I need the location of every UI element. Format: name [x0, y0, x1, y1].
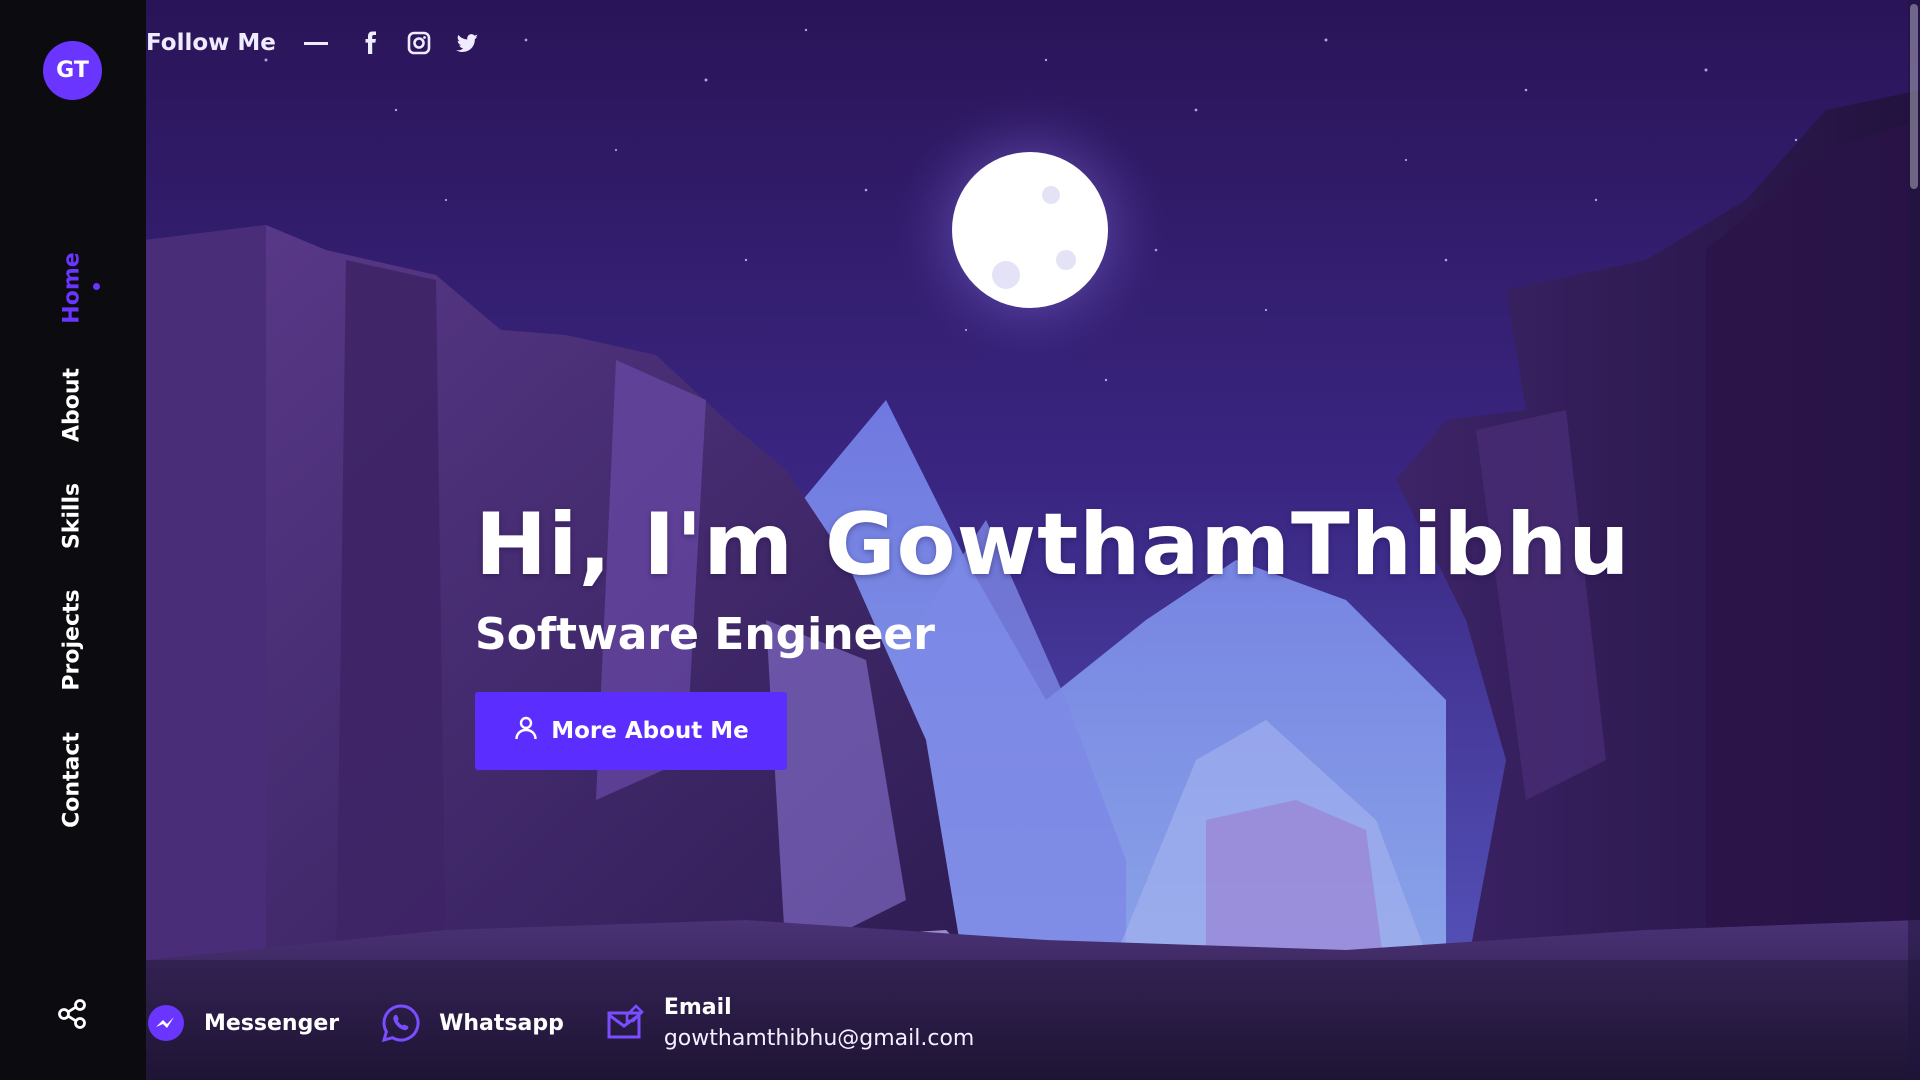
hero-subtitle: Software Engineer: [475, 609, 935, 660]
user-icon: [513, 715, 539, 747]
whatsapp-label: Whatsapp: [439, 1010, 564, 1036]
page-scrollbar[interactable]: [1908, 0, 1920, 1080]
twitter-icon[interactable]: [454, 30, 480, 56]
scrollbar-thumb[interactable]: [1910, 4, 1918, 189]
email-label: Email: [663, 995, 732, 1020]
cta-label: More About Me: [551, 718, 749, 744]
nav-item-about[interactable]: About: [60, 368, 85, 442]
more-about-me-button[interactable]: More About Me: [475, 692, 787, 770]
nav-item-projects[interactable]: Projects: [60, 589, 85, 690]
messenger-icon: [146, 1003, 186, 1043]
share-icon[interactable]: [56, 998, 88, 1030]
active-nav-indicator: [93, 283, 100, 290]
instagram-icon[interactable]: [406, 30, 432, 56]
whatsapp-icon: [381, 1003, 421, 1043]
nav-item-contact[interactable]: Contact: [60, 732, 85, 828]
messenger-link[interactable]: Messenger: [146, 1003, 339, 1043]
facebook-icon[interactable]: [358, 30, 384, 56]
contact-links: Messenger Whatsapp Email gowthamthibhu@g…: [146, 988, 1016, 1058]
nav-item-skills[interactable]: Skills: [60, 483, 85, 549]
follow-me-label: Follow Me: [146, 30, 276, 56]
logo-badge[interactable]: GT: [43, 41, 102, 100]
email-link[interactable]: Email gowthamthibhu@gmail.com: [606, 995, 975, 1051]
hero-intro: Hi, I'm GowthamThibhu Software Engineer …: [475, 490, 1630, 770]
nav-item-home[interactable]: Home: [60, 252, 85, 323]
email-icon: [606, 1003, 646, 1043]
email-address: gowthamthibhu@gmail.com: [663, 1026, 975, 1051]
divider-dash: [303, 41, 328, 45]
follow-me-bar: Follow Me: [146, 26, 502, 60]
hero-title: Hi, I'm GowthamThibhu: [475, 495, 1631, 595]
whatsapp-link[interactable]: Whatsapp: [381, 1003, 564, 1043]
sidebar: GT Home About Skills Projects Contact: [0, 0, 146, 1080]
messenger-label: Messenger: [204, 1010, 340, 1036]
